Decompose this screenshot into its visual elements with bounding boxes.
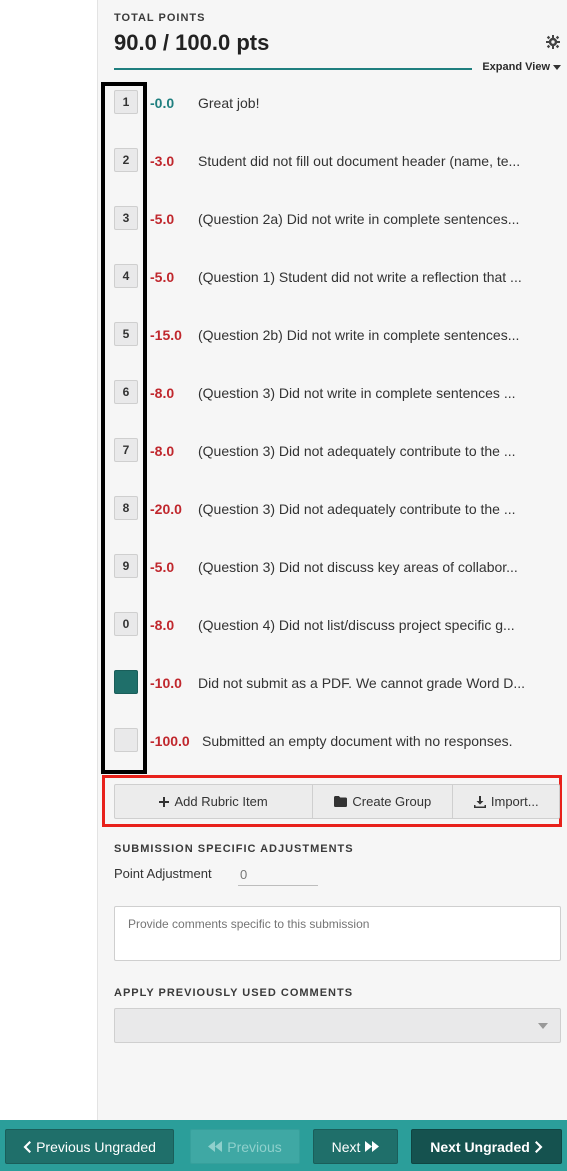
rubric-item-points: -100.0 (150, 733, 190, 749)
rubric-item-description: (Question 3) Did not adequately contribu… (198, 443, 516, 459)
left-gutter (0, 0, 98, 1120)
rubric-item[interactable]: 7 -8.0 (Question 3) Did not adequately con… (98, 427, 567, 485)
rubric-item-description: Did not submit as a PDF. We cannot grade… (198, 675, 526, 691)
rubric-item-description: (Question 1) Student did not write a ref… (198, 269, 522, 285)
rubric-item-description: Great job! (198, 95, 260, 111)
rubric-item-points: -15.0 (150, 327, 182, 343)
point-adjustment-label: Point Adjustment (114, 866, 212, 881)
fast-forward-icon (365, 1141, 380, 1152)
rubric-item-description: Submitted an empty document with no resp… (202, 733, 513, 749)
rubric-item[interactable]: 9 -5.0 (Question 3) Did not discuss key ar… (98, 543, 567, 601)
rubric-item[interactable]: 4 -5.0 (Question 1) Student did not write … (98, 253, 567, 311)
rubric-item-points: -8.0 (150, 617, 175, 633)
rubric-item-points: -3.0 (150, 153, 175, 169)
next-ungraded-label: Next Ungraded (430, 1138, 530, 1155)
next-button[interactable]: Next (313, 1129, 398, 1164)
rubric-item-description: (Question 2a) Did not write in complete … (198, 211, 520, 227)
rubric-item-description: (Question 3) Did not adequately contribu… (198, 501, 516, 517)
rubric-item[interactable]: 3 -5.0 (Question 2a) Did not write in comp… (98, 195, 567, 253)
import-button[interactable]: Import... (453, 785, 559, 818)
adjustments-heading: SUBMISSION SPECIFIC ADJUSTMENTS (114, 843, 354, 855)
rubric-item-points: -8.0 (150, 385, 175, 401)
rubric-item-points: -0.0 (150, 95, 175, 111)
next-ungraded-button[interactable]: Next Ungraded (411, 1129, 562, 1164)
previous-button[interactable]: Previous (190, 1129, 300, 1164)
rubric-item-points: -5.0 (150, 559, 175, 575)
previous-comments-select[interactable] (114, 1008, 561, 1043)
chevron-right-icon (534, 1140, 543, 1153)
rubric-item-points: -5.0 (150, 211, 175, 227)
plus-icon (159, 796, 170, 807)
import-label: Import... (490, 794, 539, 809)
rubric-item-description: Student did not fill out document header… (198, 153, 521, 169)
comment-textarea[interactable] (114, 906, 561, 961)
rubric-item[interactable]: -10.0 Did not submit as a PDF. We cannot … (98, 659, 567, 717)
add-rubric-item-label: Add Rubric Item (174, 794, 268, 809)
folder-icon (334, 796, 348, 807)
rubric-item-points: -8.0 (150, 443, 175, 459)
download-icon (473, 795, 486, 808)
rubric-item[interactable]: 6 -8.0 (Question 3) Did not write in compl… (98, 369, 567, 427)
navigation-footer: Previous Ungraded Previous Next Next Ung… (0, 1120, 567, 1171)
divider-line (114, 68, 472, 70)
rubric-item[interactable]: -100.0 Submitted an empty document with n… (98, 717, 567, 775)
caret-down-icon (553, 64, 561, 70)
expand-view-label: Expand View (482, 61, 550, 73)
grading-panel: TOTAL POINTS 90.0 / 100.0 pts Expand Vie… (98, 0, 567, 1120)
rubric-actions: Add Rubric Item Create Group Import... (114, 784, 560, 819)
rubric-item-points: -20.0 (150, 501, 182, 517)
rubric-item-points: -5.0 (150, 269, 175, 285)
create-group-button[interactable]: Create Group (313, 785, 454, 818)
rewind-icon (208, 1141, 223, 1152)
rubric-item[interactable]: 0 -8.0 (Question 4) Did not list/discuss p… (98, 601, 567, 659)
add-rubric-item-button[interactable]: Add Rubric Item (115, 785, 314, 818)
next-label: Next (331, 1138, 361, 1155)
rubric-item-description: (Question 3) Did not write in complete s… (198, 385, 516, 401)
previous-label: Previous (227, 1138, 282, 1155)
expand-view-toggle[interactable]: Expand View (482, 61, 561, 73)
create-group-label: Create Group (352, 794, 432, 809)
rubric-item-description: (Question 4) Did not list/discuss projec… (198, 617, 515, 633)
previous-comments-heading: APPLY PREVIOUSLY USED COMMENTS (114, 987, 354, 999)
rubric-item[interactable]: 5 -15.0 (Question 2b) Did not write in com… (98, 311, 567, 369)
previous-ungraded-button[interactable]: Previous Ungraded (5, 1129, 174, 1164)
total-points-value: 90.0 / 100.0 pts (114, 30, 270, 55)
previous-ungraded-label: Previous Ungraded (36, 1138, 156, 1155)
rubric-item-description: (Question 3) Did not discuss key areas o… (198, 559, 518, 575)
rubric-item[interactable]: 8 -20.0 (Question 3) Did not adequately co… (98, 485, 567, 543)
chevron-down-icon (538, 1023, 548, 1029)
total-points-label: TOTAL POINTS (114, 12, 206, 24)
point-adjustment-input[interactable] (238, 864, 318, 886)
rubric-item-description: (Question 2b) Did not write in complete … (198, 327, 520, 343)
rubric-item[interactable]: 2 -3.0 Student did not fill out document h… (98, 137, 567, 195)
rubric-item-points: -10.0 (150, 675, 182, 691)
keys-highlight-box (101, 82, 147, 774)
gear-icon[interactable] (545, 34, 561, 50)
chevron-left-icon (23, 1140, 32, 1153)
rubric-item[interactable]: 1 -0.0 Great job! (98, 79, 567, 137)
